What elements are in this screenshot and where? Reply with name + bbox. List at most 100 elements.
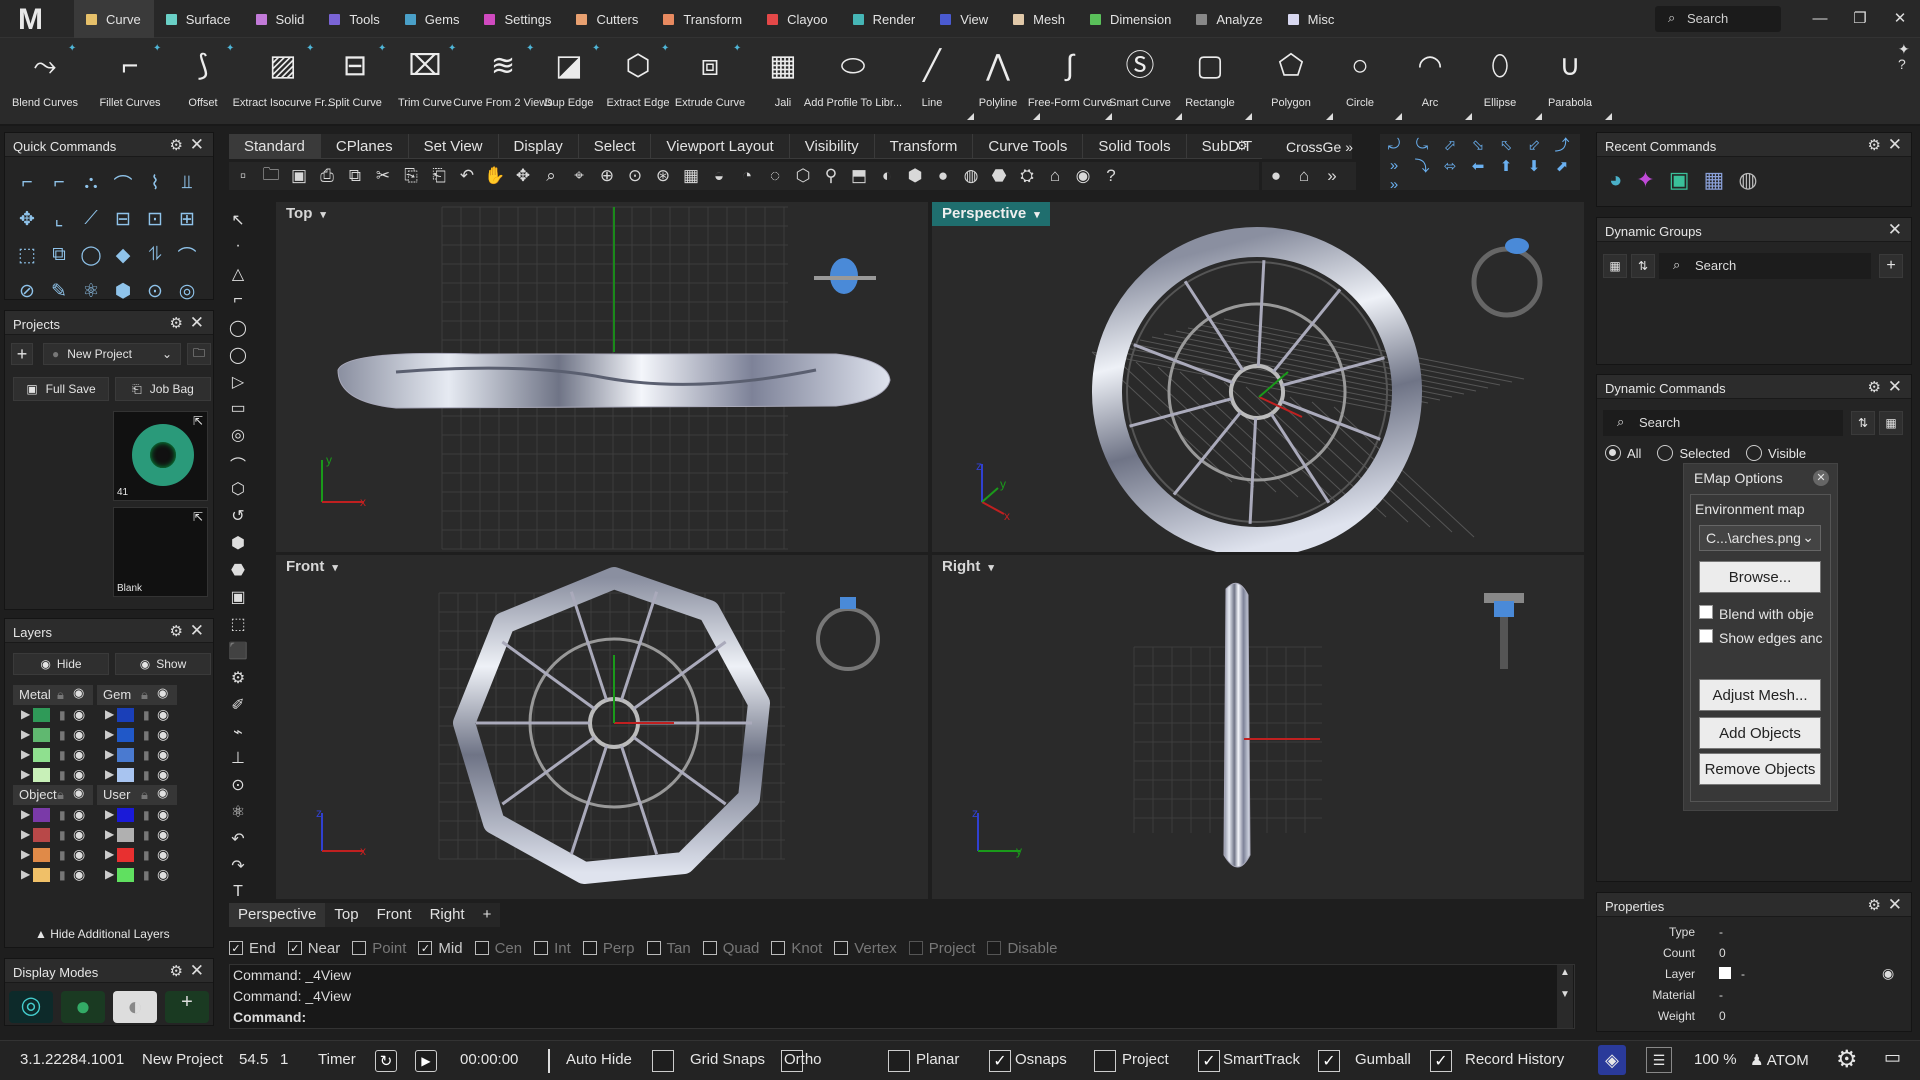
toolbar-icon[interactable]: ⧉ bbox=[341, 166, 369, 186]
expand-arrow-icon[interactable]: ▶ bbox=[105, 727, 114, 741]
close-icon[interactable]: ✕ bbox=[1880, 0, 1920, 38]
viewport-right[interactable]: z y Right ▾ bbox=[932, 555, 1584, 899]
menu-tab-cutters[interactable]: Cutters bbox=[564, 0, 651, 38]
toolbar-icon[interactable]: ⬡ bbox=[789, 166, 817, 186]
side-tool-icon[interactable]: ◎ bbox=[227, 425, 249, 452]
toolbar-icon[interactable]: ◔ bbox=[733, 166, 761, 186]
layer-row[interactable]: ▶ ▮ ◉ bbox=[13, 805, 93, 825]
quick-command-icon[interactable]: ⚛ bbox=[75, 273, 107, 309]
checkbox[interactable] bbox=[888, 1050, 910, 1072]
menu-tab-analyze[interactable]: Analyze bbox=[1184, 0, 1275, 38]
lock-icon[interactable]: 🔒︎ bbox=[141, 687, 148, 703]
shaded-mode-icon[interactable]: ● bbox=[61, 991, 105, 1023]
side-tool-icon[interactable]: ⌁ bbox=[227, 722, 249, 749]
eye-icon[interactable]: ◉ bbox=[73, 685, 84, 701]
toolbar-icon[interactable]: ⎗ bbox=[425, 166, 453, 186]
settings-gear-icon[interactable]: ⚙ bbox=[1836, 1045, 1858, 1074]
toolbar-icon[interactable]: ⊛ bbox=[649, 166, 677, 186]
transform-icon[interactable]: ⤿ bbox=[1408, 136, 1436, 153]
expand-arrow-icon[interactable]: ▶ bbox=[105, 767, 114, 781]
show-layers-button[interactable]: ◉ Show bbox=[115, 653, 211, 675]
refresh-icon[interactable]: ↻ bbox=[375, 1050, 397, 1072]
rendered-mode-icon[interactable]: ◐ bbox=[113, 991, 157, 1023]
transform-icon[interactable]: ⬆ bbox=[1492, 157, 1520, 175]
eye-icon[interactable]: ◉ bbox=[1882, 965, 1894, 982]
toggle-record-history[interactable]: Record History bbox=[1465, 1051, 1564, 1068]
checkbox[interactable]: ✓ bbox=[1198, 1050, 1220, 1072]
toggle-planar[interactable]: Planar bbox=[916, 1051, 959, 1068]
tab-visibility[interactable]: Visibility bbox=[790, 134, 875, 159]
bottom-tab-front[interactable]: Front bbox=[368, 903, 421, 927]
lock-icon[interactable]: 🔒︎ bbox=[57, 687, 64, 703]
osnap-end[interactable]: ✓ End bbox=[229, 940, 276, 957]
checkbox[interactable] bbox=[1094, 1050, 1116, 1072]
transform-icon[interactable]: ⬈ bbox=[1548, 157, 1576, 175]
calendar-icon[interactable]: ▦ bbox=[1603, 254, 1627, 278]
eye-icon[interactable]: ◉ bbox=[73, 706, 85, 723]
eye-icon[interactable]: ◉ bbox=[157, 785, 168, 801]
expand-arrow-icon[interactable]: ▶ bbox=[105, 827, 114, 841]
ribbon-offset-button[interactable]: ⟆ Offset ✦ bbox=[158, 38, 248, 126]
eye-icon[interactable]: ◉ bbox=[73, 785, 84, 801]
quick-command-icon[interactable]: ✥ bbox=[11, 201, 43, 237]
lock-icon[interactable]: ▮ bbox=[143, 848, 150, 862]
expand-arrow-icon[interactable]: ▶ bbox=[105, 707, 114, 721]
close-icon[interactable]: ✕ bbox=[190, 135, 204, 155]
material-icon[interactable]: ◍ bbox=[1738, 167, 1757, 193]
blend-checkbox[interactable]: Blend with obje bbox=[1699, 605, 1831, 622]
quick-command-icon[interactable]: ✎ bbox=[43, 273, 75, 309]
layer-group-header[interactable]: User 🔒︎ ◉ bbox=[97, 785, 177, 805]
quick-command-icon[interactable]: ⛬ bbox=[75, 165, 107, 201]
sort-icon[interactable]: ⇅ bbox=[1851, 411, 1875, 435]
lock-icon[interactable]: ▮ bbox=[59, 848, 66, 862]
menu-tab-mesh[interactable]: Mesh bbox=[1001, 0, 1078, 38]
toolbar-icon[interactable]: ↶ bbox=[453, 166, 481, 186]
show-edges-checkbox[interactable]: Show edges anc bbox=[1699, 629, 1831, 646]
side-tool-icon[interactable]: ↷ bbox=[227, 856, 249, 883]
hide-layers-button[interactable]: ◉ Hide bbox=[13, 653, 109, 675]
menu-tab-tools[interactable]: Tools bbox=[317, 0, 392, 38]
expand-arrow-icon[interactable]: ▶ bbox=[105, 747, 114, 761]
layer-row[interactable]: ▶ ▮ ◉ bbox=[13, 705, 93, 725]
project-thumbnail-blank[interactable]: Blank ⇱ bbox=[113, 507, 208, 597]
layer-color-swatch[interactable] bbox=[33, 848, 50, 862]
side-tool-icon[interactable]: ◯ bbox=[227, 318, 249, 345]
side-tool-icon[interactable]: · bbox=[227, 237, 249, 264]
toolbar-icon[interactable]: ⊕ bbox=[593, 166, 621, 186]
viewport-label-front[interactable]: Front ▾ bbox=[276, 555, 348, 579]
transform-icon[interactable]: ⬂ bbox=[1464, 136, 1492, 154]
osnap-int[interactable]: Int bbox=[534, 940, 571, 957]
tab-curve-tools[interactable]: Curve Tools bbox=[973, 134, 1084, 159]
osnap-project[interactable]: Project bbox=[908, 940, 975, 957]
eye-icon[interactable]: ◉ bbox=[157, 685, 168, 701]
gear-icon[interactable]: ⚙ bbox=[170, 314, 183, 332]
layer-color-swatch[interactable] bbox=[117, 808, 134, 822]
lock-icon[interactable]: ▮ bbox=[143, 728, 150, 742]
side-tool-icon[interactable]: ↺ bbox=[227, 506, 249, 533]
expand-arrow-icon[interactable]: ▶ bbox=[21, 747, 30, 761]
layer-row[interactable]: ▶ ▮ ◉ bbox=[97, 725, 177, 745]
toolbar-icon[interactable]: ◉ bbox=[1069, 166, 1097, 186]
transform-icon[interactable]: ⬅ bbox=[1464, 157, 1492, 175]
lock-icon[interactable]: 🔒︎ bbox=[57, 787, 64, 803]
osnap-point[interactable]: Point bbox=[352, 940, 406, 957]
eye-icon[interactable]: ◉ bbox=[73, 746, 85, 763]
side-tool-icon[interactable]: ⬢ bbox=[227, 533, 249, 560]
side-tool-icon[interactable]: ▣ bbox=[227, 587, 249, 614]
gear-icon[interactable]: ⚙ bbox=[170, 622, 183, 640]
gear-icon[interactable]: ⚙ bbox=[1868, 136, 1881, 154]
expand-arrow-icon[interactable]: ▶ bbox=[21, 727, 30, 741]
minimize-icon[interactable]: — bbox=[1800, 0, 1840, 38]
gear-icon[interactable]: ⚙ bbox=[170, 136, 183, 154]
quick-command-icon[interactable]: ⊙ bbox=[139, 273, 171, 309]
toggle-osnaps[interactable]: Osnaps bbox=[1015, 1051, 1067, 1068]
eye-icon[interactable]: ◉ bbox=[157, 826, 169, 843]
layer-row[interactable]: ▶ ▮ ◉ bbox=[97, 745, 177, 765]
side-tool-icon[interactable]: ▭ bbox=[227, 398, 249, 425]
toggle-grid-snaps[interactable]: Grid Snaps bbox=[690, 1051, 765, 1068]
quick-command-icon[interactable]: ⌇ bbox=[139, 165, 171, 201]
lock-icon[interactable]: ▮ bbox=[143, 868, 150, 882]
chat-icon[interactable]: ▭ bbox=[1884, 1047, 1901, 1068]
osnap-vertex[interactable]: Vertex bbox=[834, 940, 897, 957]
lock-icon[interactable]: ⌂ bbox=[1290, 166, 1318, 186]
